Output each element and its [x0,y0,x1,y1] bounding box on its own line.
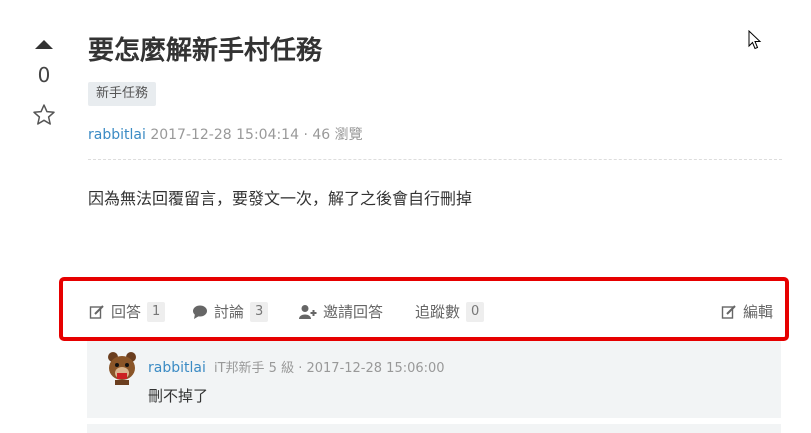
post-datetime: 2017-12-28 15:04:14 [150,127,300,143]
discuss-label: 討論 [214,303,245,321]
vote-count: 0 [37,63,51,87]
user-plus-icon [299,304,317,319]
discuss-count-badge: 3 [250,301,269,322]
avatar[interactable] [107,351,137,385]
comment-text: 刪不掉了 [148,387,209,405]
comment-info: iT邦新手 5 級 · 2017-12-28 15:06:00 [214,361,445,376]
discuss-button[interactable]: 討論 3 [192,301,269,322]
invite-label: 邀請回答 [323,303,384,321]
edit-button[interactable]: 編輯 [721,301,773,322]
question-meta: rabbitlai 2017-12-28 15:04:14 · 46 瀏覽 [88,124,363,144]
tag-badge[interactable]: 新手任務 [88,82,157,106]
comment-meta: rabbitlai iT邦新手 5 級 · 2017-12-28 15:06:0… [148,357,445,376]
follow-count-badge: 0 [466,301,485,322]
edit-icon [89,304,104,319]
view-count: 46 瀏覽 [312,127,363,143]
follow-button[interactable]: 追蹤數 0 [415,301,485,322]
author-link[interactable]: rabbitlai [88,127,146,143]
comment-item [87,424,781,433]
edit-label: 編輯 [743,303,774,321]
answer-count-badge: 1 [147,301,166,322]
action-bar: 回答 1 討論 3 邀請回答 追蹤數 0 編輯 [59,277,789,341]
question-page: 0 要怎麼解新手村任務 新手任務 rabbitlai 2017-12-28 15… [0,0,811,433]
follow-label: 追蹤數 [415,303,461,321]
meta-separator: · [303,127,308,143]
answer-label: 回答 [111,303,142,321]
comment-icon [193,305,207,319]
vote-column: 0 [22,30,66,127]
question-body: 因為無法回覆留言，要發文一次，解了之後會自行刪掉 [88,189,473,208]
divider [88,159,782,160]
mouse-cursor-icon [748,30,762,50]
upvote-icon[interactable] [35,40,53,49]
edit-icon [721,304,736,319]
answer-button[interactable]: 回答 1 [89,301,166,322]
comment-item: rabbitlai iT邦新手 5 級 · 2017-12-28 15:06:0… [87,341,781,418]
star-icon[interactable] [32,103,56,127]
question-title: 要怎麼解新手村任務 [88,36,323,66]
comment-author[interactable]: rabbitlai [148,360,206,376]
invite-answer-button[interactable]: 邀請回答 [299,301,383,322]
